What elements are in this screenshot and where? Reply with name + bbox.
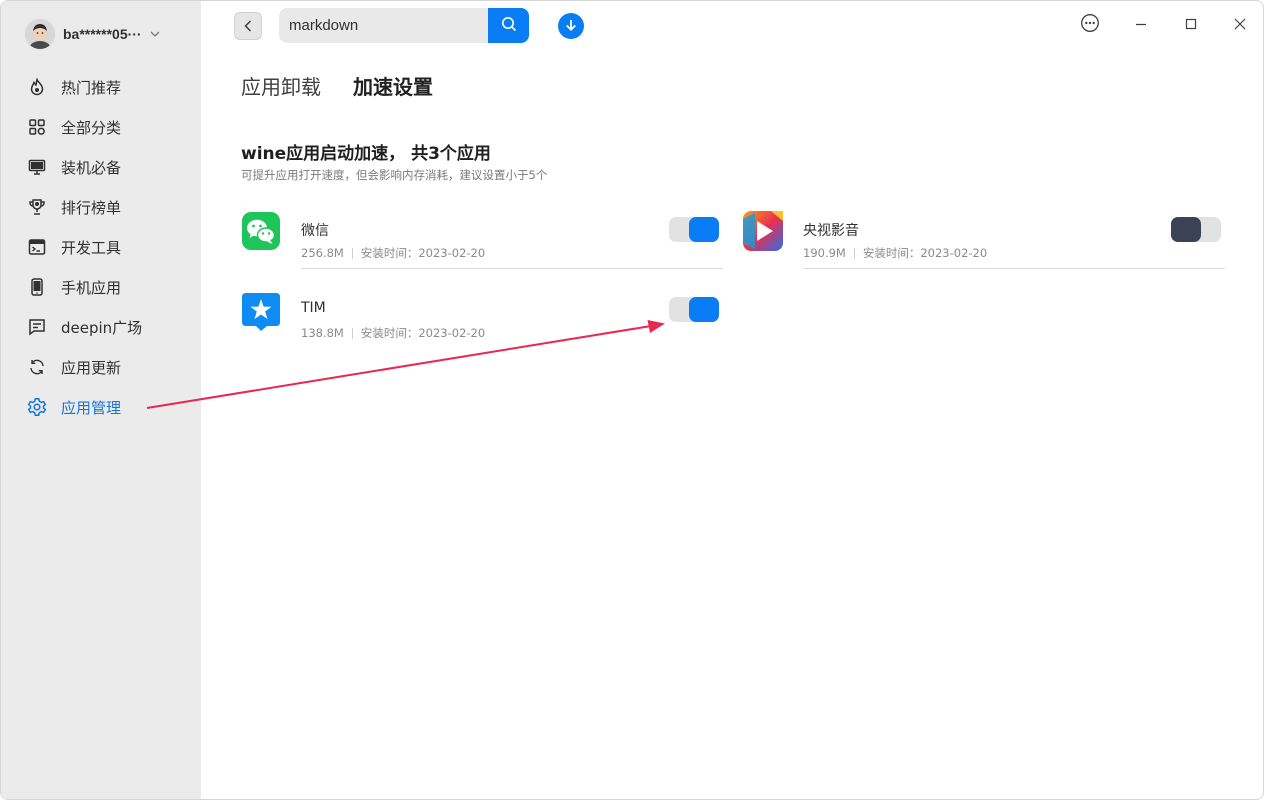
app-size: 190.9M	[803, 246, 846, 260]
toggle-knob	[689, 297, 719, 322]
minimize-button[interactable]	[1129, 13, 1153, 37]
sidebar-item-label: 应用更新	[61, 358, 122, 377]
chevron-down-icon[interactable]	[150, 29, 160, 40]
sidebar-item-devtools[interactable]: 开发工具	[1, 227, 201, 267]
list-item-app: 央视影音 190.9M 安装时间：2023-02-20	[743, 211, 1225, 279]
chevron-left-icon	[244, 17, 252, 36]
sidebar-item-essentials[interactable]: 装机必备	[1, 147, 201, 187]
refresh-icon	[27, 357, 47, 377]
section-title: wine应用启动加速， 共3个应用	[241, 144, 491, 164]
grid-icon	[27, 117, 47, 137]
toggle-knob	[689, 217, 719, 242]
sidebar-item-updates[interactable]: 应用更新	[1, 347, 201, 387]
app-install-time: 安装时间：2023-02-20	[360, 246, 486, 260]
acceleration-toggle[interactable]	[669, 217, 719, 242]
tab-uninstall[interactable]: 应用卸载	[241, 71, 321, 100]
section-subtitle: 可提升应用打开速度，但会影响内存消耗，建议设置小于5个	[241, 168, 548, 182]
cctv-video-app-icon	[743, 211, 783, 251]
toggle-knob	[1171, 217, 1201, 242]
sidebar-nav: 热门推荐 全部分类 装机必备 排行榜单 开发工具 手机应用 deepin广场 应…	[1, 67, 201, 427]
trophy-icon	[27, 197, 47, 217]
close-icon	[1233, 16, 1247, 35]
sidebar-item-hot[interactable]: 热门推荐	[1, 67, 201, 107]
sidebar-item-mobile[interactable]: 手机应用	[1, 267, 201, 307]
phone-icon	[27, 277, 47, 297]
app-size: 256.8M	[301, 246, 344, 260]
meta-separator	[853, 247, 855, 259]
avatar	[25, 19, 55, 49]
divider	[803, 268, 1225, 269]
terminal-icon	[27, 237, 47, 257]
sidebar-item-label: 手机应用	[61, 278, 122, 297]
flame-icon	[27, 77, 47, 97]
close-button[interactable]	[1228, 13, 1252, 37]
sidebar-item-label: 应用管理	[61, 398, 122, 417]
sidebar-item-label: deepin广场	[61, 318, 143, 337]
sidebar-item-rankings[interactable]: 排行榜单	[1, 187, 201, 227]
more-horizontal-icon	[1080, 13, 1100, 37]
app-name: 央视影音	[803, 223, 859, 239]
tab-acceleration[interactable]: 加速设置	[353, 71, 433, 100]
list-item-app: 微信 256.8M 安装时间：2023-02-20	[241, 211, 723, 279]
sidebar-item-label: 全部分类	[61, 118, 122, 137]
monitor-icon	[27, 157, 47, 177]
divider	[301, 268, 723, 269]
app-size: 138.8M	[301, 326, 344, 340]
minimize-icon	[1134, 16, 1148, 35]
app-meta: 190.9M 安装时间：2023-02-20	[803, 245, 987, 261]
sidebar-item-app-management[interactable]: 应用管理	[1, 387, 201, 427]
sidebar-item-deepin-square[interactable]: deepin广场	[1, 307, 201, 347]
search-bar	[279, 8, 529, 43]
search-icon	[501, 16, 517, 36]
app-install-time: 安装时间：2023-02-20	[360, 326, 486, 340]
maximize-icon	[1184, 16, 1198, 35]
sidebar-item-label: 排行榜单	[61, 198, 122, 217]
app-install-time: 安装时间：2023-02-20	[862, 246, 988, 260]
user-account[interactable]: ba******05···	[25, 19, 160, 49]
wechat-app-icon	[241, 211, 281, 251]
meta-separator	[351, 247, 353, 259]
sidebar-item-label: 热门推荐	[61, 78, 122, 97]
gear-icon	[27, 397, 47, 417]
acceleration-toggle[interactable]	[669, 297, 719, 322]
app-meta: 256.8M 安装时间：2023-02-20	[301, 245, 485, 261]
download-arrow-icon	[564, 17, 578, 36]
app-name: 微信	[301, 223, 329, 239]
list-item-app: TIM 138.8M 安装时间：2023-02-20	[241, 291, 723, 359]
meta-separator	[351, 327, 353, 339]
app-meta: 138.8M 安装时间：2023-02-20	[301, 325, 485, 341]
more-options-button[interactable]	[1078, 13, 1102, 37]
app-store-window: ba******05··· 热门推荐 全部分类 装机必备 排行榜单 开发工具 手…	[0, 0, 1264, 800]
sidebar-item-label: 开发工具	[61, 238, 122, 257]
chat-icon	[27, 317, 47, 337]
tim-app-icon	[241, 291, 281, 331]
maximize-button[interactable]	[1179, 13, 1203, 37]
app-name: TIM	[301, 300, 326, 316]
sidebar: ba******05··· 热门推荐 全部分类 装机必备 排行榜单 开发工具 手…	[1, 1, 201, 799]
search-input[interactable]	[279, 8, 488, 43]
search-button[interactable]	[488, 8, 529, 43]
download-manager-button[interactable]	[558, 13, 584, 39]
user-name: ba******05···	[63, 26, 142, 42]
acceleration-toggle[interactable]	[1171, 217, 1221, 242]
back-button[interactable]	[234, 12, 262, 40]
sidebar-item-label: 装机必备	[61, 158, 122, 177]
sidebar-item-categories[interactable]: 全部分类	[1, 107, 201, 147]
